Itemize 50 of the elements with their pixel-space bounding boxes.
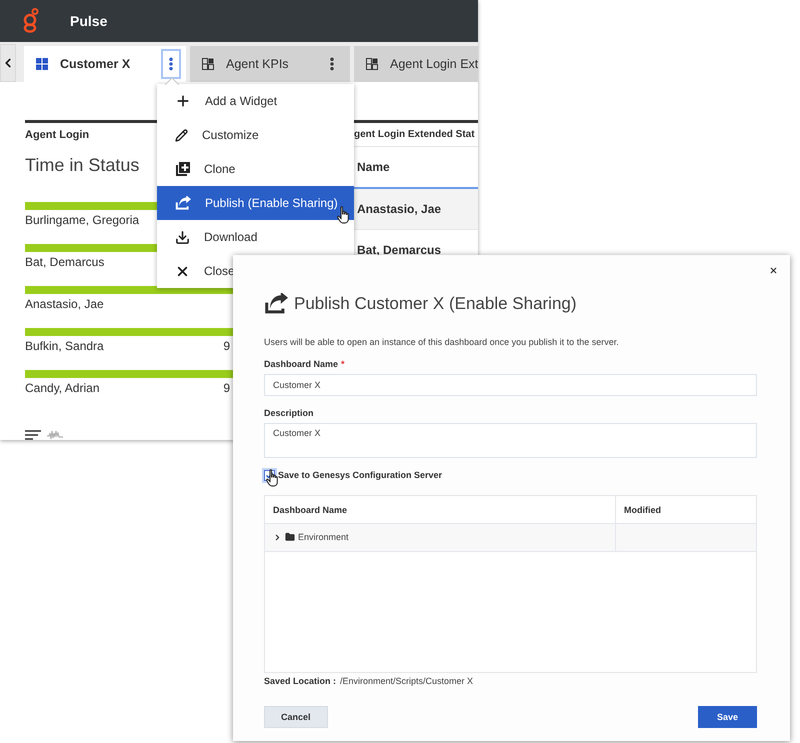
save-button[interactable]: Save [698, 706, 757, 728]
logo-icon [22, 8, 40, 34]
agent-name: Bufkin, Sandra [25, 339, 104, 353]
dashboard-tab[interactable]: Agent Login Ext [354, 46, 478, 82]
menu-item[interactable]: Publish (Enable Sharing) [157, 186, 354, 220]
back-button[interactable] [0, 44, 16, 82]
agent-name: Bat, Demarcus [25, 255, 104, 269]
checkbox-label: Save to Genesys Configuration Server [278, 470, 442, 480]
dashboard-icon [366, 58, 378, 70]
table-cell: Anastasio, Jae [354, 189, 478, 230]
more-button[interactable] [161, 49, 181, 79]
menu-item[interactable]: Close [157, 254, 354, 288]
menu-item[interactable]: Clone [157, 152, 354, 186]
agent-value: 9 [223, 339, 230, 353]
folder-row[interactable]: Environment [265, 524, 756, 552]
clone-icon [175, 162, 190, 176]
cancel-button[interactable]: Cancel [264, 706, 328, 728]
widget-heading: Time in Status [25, 155, 140, 176]
field-label: Dashboard Name * [264, 358, 346, 369]
plus-icon [175, 93, 191, 109]
caret-icon[interactable] [273, 532, 282, 542]
menu-item[interactable]: Add a Widget [157, 84, 354, 118]
field-label: Description [264, 408, 315, 418]
dashboard-tab[interactable]: Customer X [24, 46, 186, 82]
saved-location-path: /Environment/Scripts/Customer X [340, 676, 474, 686]
app-name: Pulse [70, 13, 108, 29]
dialog-title: Publish Customer X (Enable Sharing) [294, 294, 577, 314]
hand-cursor-icon [266, 469, 280, 487]
close-icon [769, 266, 778, 275]
menu-item[interactable]: Download [157, 220, 354, 254]
agent-name: Anastasio, Jae [25, 297, 104, 311]
agent-value: 9 [223, 381, 230, 395]
column-header: Dashboard Name [272, 504, 348, 517]
grid-icon [36, 58, 48, 70]
hand-cursor-icon [337, 206, 351, 224]
pencil-icon [175, 128, 188, 142]
agent-name: Burlingame, Gregoria [25, 213, 140, 227]
agent-name: Candy, Adrian [25, 381, 100, 395]
share-icon [175, 196, 191, 210]
dialog-intro: Users will be able to open an instance of this dashboard once you publish it to the server. [264, 336, 620, 347]
dashboard-tab[interactable]: Agent KPIs [190, 46, 350, 82]
download-icon [175, 230, 190, 244]
list-icon[interactable] [25, 430, 41, 440]
folder-icon [285, 532, 295, 542]
dashboard-icon [202, 58, 214, 70]
share-icon [264, 293, 288, 315]
folder-name: Environment [298, 532, 349, 542]
description-field[interactable]: Customer X [264, 422, 757, 458]
name-field[interactable]: Customer X [264, 374, 757, 396]
saved-location-label: Saved Location : [264, 676, 336, 686]
